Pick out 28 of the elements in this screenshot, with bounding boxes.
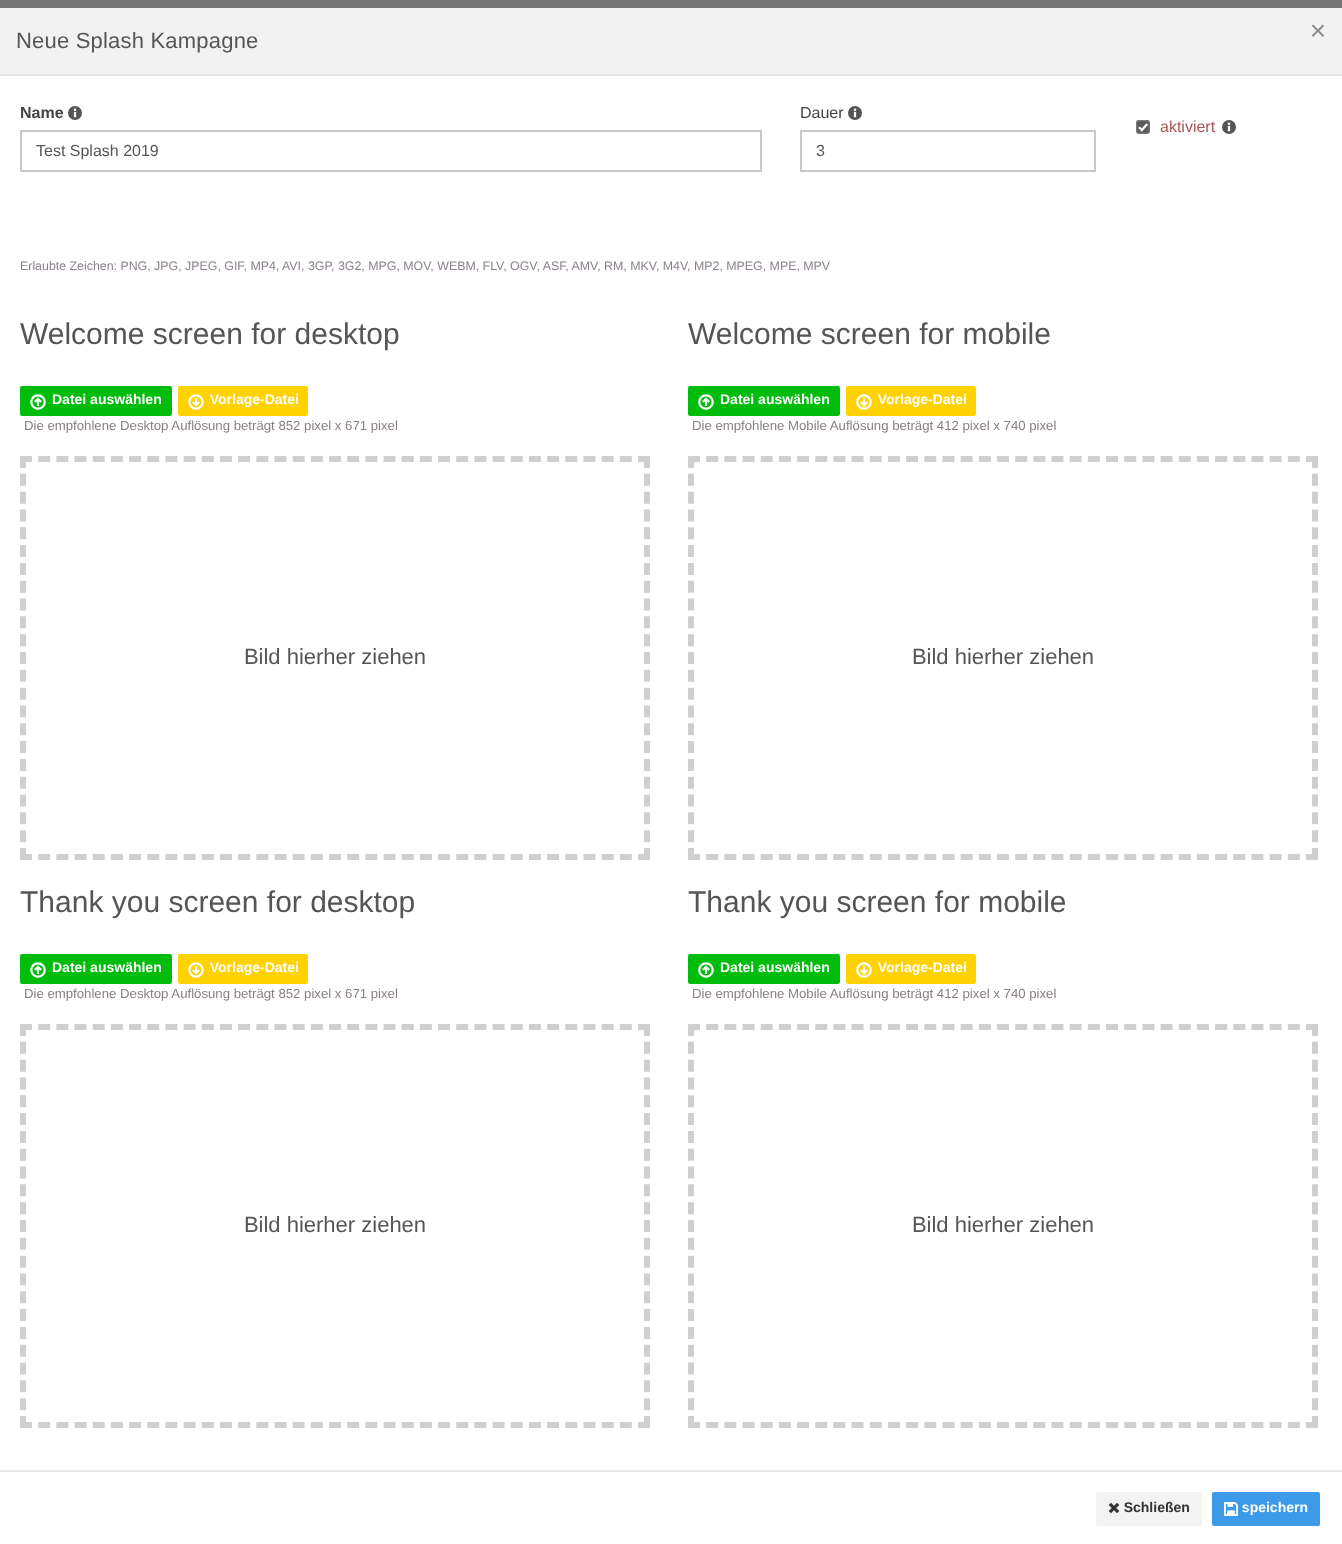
upload-icon	[30, 393, 46, 409]
info-icon	[847, 106, 862, 120]
download-icon	[187, 393, 204, 409]
dropzone[interactable]: Bild hierher ziehen	[20, 1024, 650, 1428]
download-icon	[855, 961, 872, 977]
upload-icon	[698, 393, 714, 409]
section-heading: Thank you screen for mobile	[688, 886, 1069, 922]
download-icon	[855, 393, 872, 409]
dialog-title: Neue Splash Kampagne	[16, 29, 259, 53]
section-heading: Welcome screen for desktop	[20, 318, 402, 354]
field-label: Dauer	[800, 104, 844, 122]
close-button[interactable]: ×	[1309, 16, 1326, 44]
dropzone[interactable]: Bild hierher ziehen	[20, 456, 650, 860]
upload-icon	[30, 961, 46, 977]
field-label: Name	[20, 104, 64, 122]
upload-icon	[698, 961, 714, 977]
info-icon	[67, 106, 82, 120]
section-heading: Thank you screen for desktop	[20, 886, 418, 922]
input-field[interactable]: Test Splash 2019	[20, 130, 762, 172]
close-icon	[1107, 1502, 1120, 1514]
dropzone[interactable]: Bild hierher ziehen	[688, 456, 1318, 860]
section-heading: Welcome screen for mobile	[688, 318, 1053, 354]
download-icon	[187, 961, 204, 977]
checkbox-label: aktiviert	[1160, 118, 1216, 136]
info-icon	[1221, 120, 1236, 134]
dropzone[interactable]: Bild hierher ziehen	[688, 1024, 1318, 1428]
input-field[interactable]: 3	[800, 130, 1096, 172]
checkbox[interactable]	[1136, 120, 1150, 134]
